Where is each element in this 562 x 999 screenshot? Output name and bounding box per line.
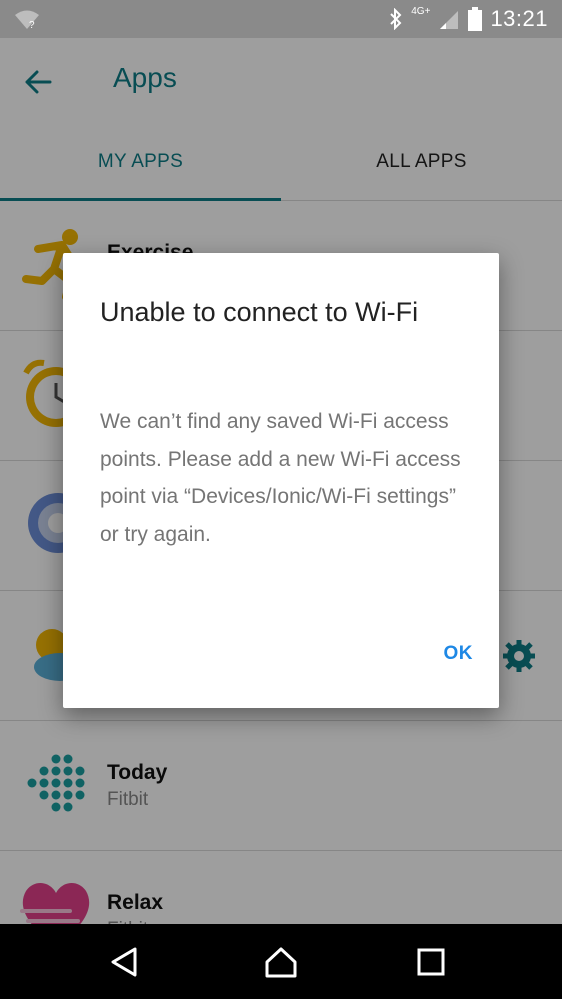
nav-back-button[interactable]	[104, 942, 144, 982]
triangle-back-icon	[111, 947, 137, 977]
bluetooth-icon	[390, 8, 402, 30]
ok-button[interactable]: OK	[444, 639, 474, 669]
network-type-label: 4G+	[411, 5, 431, 17]
nav-home-button[interactable]	[261, 942, 301, 982]
home-icon	[265, 947, 297, 978]
navigation-bar	[0, 924, 562, 999]
wifi-error-dialog: Unable to connect to Wi-Fi We can’t find…	[63, 253, 499, 708]
status-bar: ? 4G+ 13:21	[0, 0, 562, 38]
battery-icon	[468, 7, 483, 31]
dialog-title: Unable to connect to Wi-Fi	[100, 297, 419, 327]
svg-text:?: ?	[29, 20, 35, 30]
nav-recents-button[interactable]	[411, 942, 451, 982]
signal-icon	[440, 11, 459, 29]
dialog-message: We can’t find any saved Wi-Fi access poi…	[100, 410, 461, 546]
status-time: 13:21	[490, 6, 548, 31]
wifi-question-icon: ?	[15, 10, 39, 30]
recents-square-icon	[417, 948, 445, 976]
